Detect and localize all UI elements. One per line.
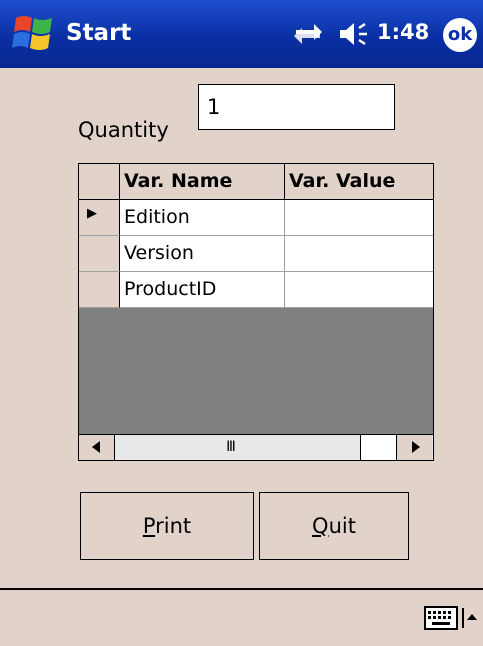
speaker-icon[interactable] [338, 21, 372, 47]
quit-label: uit [328, 514, 356, 538]
scroll-right-button[interactable] [396, 435, 432, 460]
menu-bar [0, 590, 483, 646]
quit-hotkey: Q [312, 514, 329, 538]
quantity-label: Quantity [78, 118, 169, 142]
grid-corner-header [79, 164, 120, 200]
window-title: Start [66, 20, 132, 46]
grid-cell-value[interactable] [285, 236, 433, 272]
horizontal-scrollbar[interactable]: Ⅲ [79, 434, 433, 460]
device-screen: Start 1:48 ok Quantity Var. Name Var. Va… [0, 0, 483, 646]
row-header[interactable]: ▶ [79, 200, 120, 236]
quantity-input[interactable] [198, 84, 395, 130]
title-bar: Start 1:48 ok [0, 0, 483, 68]
grid-cell-name[interactable]: ProductID [120, 272, 285, 308]
up-arrow-icon[interactable] [462, 608, 478, 628]
print-hotkey: P [142, 514, 156, 538]
connectivity-icon[interactable] [292, 20, 324, 48]
scroll-left-button[interactable] [79, 435, 115, 460]
right-arrow-icon [411, 441, 420, 453]
column-header-var-value[interactable]: Var. Value [285, 164, 433, 200]
ok-button[interactable]: ok [443, 18, 477, 52]
grid-cell-name[interactable]: Version [120, 236, 285, 272]
quit-button[interactable]: Quit [259, 492, 409, 560]
left-arrow-icon [91, 441, 100, 453]
clock[interactable]: 1:48 [377, 20, 429, 44]
row-header[interactable] [79, 272, 120, 308]
grid-cell-value[interactable] [285, 272, 433, 308]
print-button[interactable]: Print [80, 492, 254, 560]
windows-flag-icon[interactable] [10, 12, 58, 56]
grid-cell-value[interactable] [285, 200, 433, 236]
scroll-grip: Ⅲ [226, 439, 236, 455]
keyboard-icon[interactable] [424, 606, 458, 630]
form-area: Quantity Var. Name Var. Value ▶ Edition … [0, 68, 483, 588]
scroll-thumb[interactable] [360, 435, 396, 460]
print-label: rint [155, 514, 192, 538]
current-row-icon: ▶ [87, 206, 97, 221]
grid-cell-name[interactable]: Edition [120, 200, 285, 236]
row-header[interactable] [79, 236, 120, 272]
column-header-var-name[interactable]: Var. Name [120, 164, 285, 200]
variables-grid[interactable]: Var. Name Var. Value ▶ Edition Version P… [78, 163, 434, 461]
